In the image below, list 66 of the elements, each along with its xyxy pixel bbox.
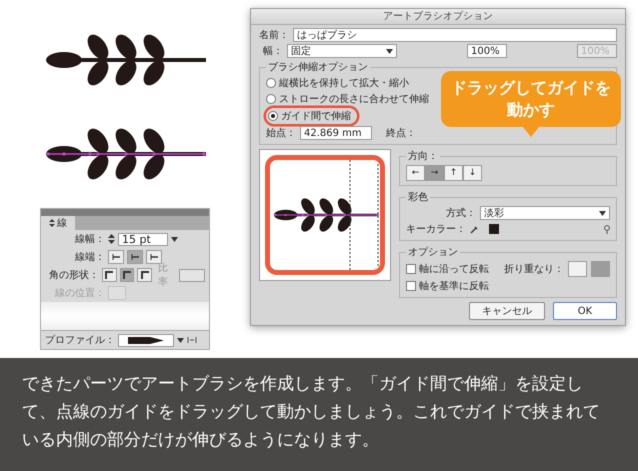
corner-button[interactable] bbox=[137, 268, 152, 282]
corner-icon bbox=[122, 270, 132, 280]
limit-field[interactable] bbox=[178, 268, 206, 282]
dropdown-caret-icon[interactable] bbox=[599, 210, 606, 216]
field-label: 線端： bbox=[74, 250, 105, 264]
direction-button[interactable]: ↑ bbox=[444, 165, 463, 181]
name-field[interactable]: はっぱブラシ bbox=[293, 28, 617, 42]
corner-button[interactable] bbox=[120, 268, 134, 282]
line-cap-icon bbox=[130, 253, 140, 261]
flip-icon[interactable] bbox=[187, 336, 197, 344]
field-label: 折り重なり： bbox=[504, 262, 564, 276]
caption-text: できたパーツでアートブラシを作成します。「ガイド間で伸縮」を設定して、点線のガイドをドラッグして動かしましょう。これでガイドで挟まれている内側の部分だけが伸びるようになります。 bbox=[22, 373, 601, 452]
method-dropdown[interactable]: 淡彩 bbox=[480, 206, 610, 220]
cap-button[interactable] bbox=[127, 250, 143, 264]
dropdown-caret-icon[interactable] bbox=[177, 338, 184, 342]
updown-icon bbox=[49, 219, 55, 227]
direction-button[interactable]: ← bbox=[406, 165, 425, 181]
dialog-title: アートブラシオプション bbox=[251, 9, 625, 25]
overlap-button[interactable] bbox=[568, 261, 587, 277]
lightbulb-icon[interactable] bbox=[604, 224, 610, 234]
cap-button[interactable] bbox=[146, 250, 162, 264]
dropdown-caret-icon[interactable] bbox=[171, 236, 178, 242]
field-label: 比率 bbox=[158, 262, 169, 289]
corner-icon bbox=[140, 270, 150, 280]
percent-field[interactable]: 100% bbox=[467, 44, 507, 58]
start-field[interactable]: 42.869 mm bbox=[300, 126, 372, 140]
dropdown-caret-icon[interactable] bbox=[386, 48, 393, 54]
field-label: 方式： bbox=[446, 206, 476, 220]
line-cap-icon bbox=[149, 253, 159, 261]
weight-field[interactable]: 15 pt bbox=[118, 232, 168, 246]
cap-button[interactable] bbox=[108, 250, 124, 264]
radio-button[interactable]: ストロークの長さに合わせて伸縮 bbox=[266, 92, 429, 106]
profile-field[interactable] bbox=[118, 334, 174, 346]
field-label: 線幅： bbox=[74, 233, 105, 246]
field-label: プロファイル： bbox=[45, 334, 115, 347]
direction-button[interactable]: → bbox=[425, 165, 444, 181]
group-label: 方向： bbox=[407, 150, 439, 163]
line-cap-icon bbox=[111, 253, 121, 261]
ok-button[interactable]: OK bbox=[553, 302, 617, 320]
field-label: 終点： bbox=[386, 126, 416, 140]
spinner-icon[interactable] bbox=[108, 233, 115, 245]
radio-button[interactable]: ガイド間で伸縮 bbox=[266, 108, 357, 124]
eyedropper-icon[interactable] bbox=[470, 224, 479, 234]
percent-field: 100% bbox=[577, 44, 617, 58]
radio-button[interactable]: 縦横比を保持して拡大・縮小 bbox=[266, 76, 409, 90]
field-label: 線の位置： bbox=[54, 286, 105, 300]
group-label: オプション bbox=[407, 246, 459, 259]
checkbox[interactable]: 軸に沿って反転 bbox=[406, 262, 489, 276]
corner-icon bbox=[104, 270, 114, 280]
taper-icon bbox=[128, 336, 164, 344]
group-label: 彩色 bbox=[407, 191, 429, 204]
callout: ドラッグしてガイドを 動かす bbox=[441, 71, 621, 127]
panel-tab[interactable]: 線 bbox=[41, 216, 75, 230]
direction-button[interactable]: ↓ bbox=[463, 165, 482, 181]
width-dropdown[interactable]: 固定 bbox=[287, 44, 397, 58]
field-label: 幅： bbox=[262, 45, 283, 58]
group-label: ブラシ伸縮オプション bbox=[267, 60, 369, 74]
field-label: キーカラー： bbox=[406, 223, 466, 236]
corner-button[interactable] bbox=[102, 268, 117, 282]
callout-pointer bbox=[523, 127, 539, 137]
checkbox[interactable]: 軸を基準に反転 bbox=[406, 279, 489, 293]
field-label: 名前： bbox=[259, 29, 289, 42]
cancel-button[interactable]: キャンセル bbox=[469, 302, 545, 320]
field-label: 角の形状： bbox=[48, 268, 100, 282]
key-color-swatch[interactable] bbox=[489, 224, 499, 234]
field-label: 始点： bbox=[266, 126, 296, 140]
